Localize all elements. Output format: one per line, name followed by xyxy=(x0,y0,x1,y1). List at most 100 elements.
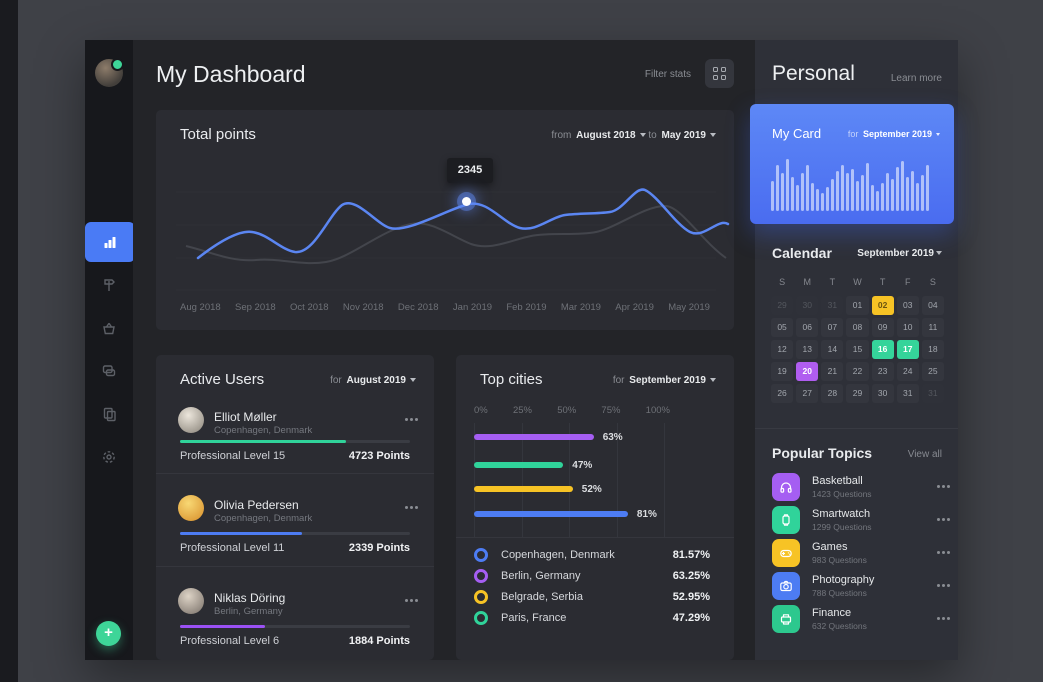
avatar[interactable] xyxy=(178,407,204,433)
calendar-day[interactable]: 01 xyxy=(846,296,868,315)
period-dropdown[interactable]: September 2019 xyxy=(863,129,932,139)
period-dropdown[interactable]: August 2019 xyxy=(347,375,406,386)
calendar-day[interactable]: 09 xyxy=(872,318,894,337)
calendar-day[interactable]: 23 xyxy=(872,362,894,381)
bar xyxy=(474,511,628,517)
calendar-day[interactable]: 12 xyxy=(771,340,793,359)
calendar-day[interactable]: 13 xyxy=(796,340,818,359)
period-dropdown[interactable]: September 2019 xyxy=(629,375,706,386)
calendar-day[interactable]: 28 xyxy=(821,384,843,403)
calendar-period-dropdown[interactable]: September 2019 xyxy=(857,248,942,259)
topic-row[interactable]: Smartwatch 1299 Questions xyxy=(772,506,942,534)
calendar-day[interactable]: 31 xyxy=(821,296,843,315)
filter-stats-button[interactable] xyxy=(705,59,734,88)
calendar-day[interactable]: 20 xyxy=(796,362,818,381)
calendar-day[interactable]: 06 xyxy=(796,318,818,337)
user-avatar[interactable] xyxy=(95,59,123,87)
progress-track xyxy=(180,532,410,535)
topic-row[interactable]: Basketball 1423 Questions xyxy=(772,473,942,501)
to-label: to xyxy=(648,130,656,141)
calendar-day[interactable]: 21 xyxy=(821,362,843,381)
from-value-dropdown[interactable]: August 2018 xyxy=(576,130,635,141)
to-value-dropdown[interactable]: May 2019 xyxy=(662,130,706,141)
view-all-link[interactable]: View all xyxy=(908,449,942,460)
filter-stats-label[interactable]: Filter stats xyxy=(645,69,691,80)
waveform-bar xyxy=(886,173,889,211)
topic-row[interactable]: Finance 632 Questions xyxy=(772,605,942,633)
calendar-day[interactable]: 27 xyxy=(796,384,818,403)
date-range: from August 2018 to May 2019 xyxy=(551,130,716,141)
waveform-bar xyxy=(866,163,869,211)
topic-row[interactable]: Photography 788 Questions xyxy=(772,572,942,600)
calendar-day[interactable]: 17 xyxy=(897,340,919,359)
legend-value: 52.95% xyxy=(673,591,710,603)
add-button[interactable]: + xyxy=(96,621,121,646)
more-options-icon[interactable] xyxy=(937,518,940,521)
sidebar-item-dashboard[interactable] xyxy=(85,222,135,262)
calendar-day[interactable]: 25 xyxy=(922,362,944,381)
chevron-down-icon xyxy=(710,133,716,137)
calendar-day[interactable]: 30 xyxy=(872,384,894,403)
calendar-day[interactable]: 04 xyxy=(922,296,944,315)
calendar-day[interactable]: 11 xyxy=(922,318,944,337)
calendar-day[interactable]: 03 xyxy=(897,296,919,315)
calendar-day[interactable]: 26 xyxy=(771,384,793,403)
online-status-dot xyxy=(111,58,124,71)
sidebar-item-settings[interactable] xyxy=(85,437,133,477)
calendar-day[interactable]: 29 xyxy=(846,384,868,403)
day-of-week-label: F xyxy=(897,277,919,287)
calendar-day[interactable]: 19 xyxy=(771,362,793,381)
more-options-icon[interactable] xyxy=(937,551,940,554)
calendar-day[interactable]: 29 xyxy=(771,296,793,315)
calendar-day[interactable]: 30 xyxy=(796,296,818,315)
day-of-week-label: S xyxy=(922,277,944,287)
more-options-icon[interactable] xyxy=(937,584,940,587)
waveform-bar xyxy=(901,161,904,211)
legend-row: Belgrade, Serbia 52.95% xyxy=(456,586,734,607)
calendar-day[interactable]: 24 xyxy=(897,362,919,381)
calendar-day[interactable]: 10 xyxy=(897,318,919,337)
calendar-day[interactable]: 22 xyxy=(846,362,868,381)
bar-value-label: 52% xyxy=(582,484,602,495)
sidebar-item-milestones[interactable] xyxy=(85,265,133,305)
sidebar-item-messages[interactable] xyxy=(85,351,133,391)
sidebar-item-documents[interactable] xyxy=(85,394,133,434)
more-options-icon[interactable] xyxy=(405,599,408,602)
period-selector: for August 2019 xyxy=(330,375,416,386)
sidebar: + xyxy=(85,40,133,660)
calendar-day[interactable]: 18 xyxy=(922,340,944,359)
axis-tick-label: 0% xyxy=(474,405,488,416)
more-options-icon[interactable] xyxy=(937,617,940,620)
more-options-icon[interactable] xyxy=(405,506,408,509)
calendar-day[interactable]: 16 xyxy=(872,340,894,359)
calendar-day[interactable]: 02 xyxy=(872,296,894,315)
calendar-day[interactable]: 07 xyxy=(821,318,843,337)
learn-more-link[interactable]: Learn more xyxy=(891,73,942,84)
bar-value-label: 63% xyxy=(603,432,623,443)
avatar[interactable] xyxy=(178,588,204,614)
x-axis-label: Jan 2019 xyxy=(453,302,492,313)
calendar-day[interactable]: 14 xyxy=(821,340,843,359)
calendar-grid: 2930310102030405060708091011121314151617… xyxy=(771,296,944,403)
sidebar-item-shop[interactable] xyxy=(85,308,133,348)
topic-row[interactable]: Games 983 Questions xyxy=(772,539,942,567)
documents-icon xyxy=(100,405,118,423)
gamepad-icon xyxy=(778,545,794,561)
bar-value-label: 81% xyxy=(637,509,657,520)
calendar-day[interactable]: 31 xyxy=(897,384,919,403)
top-cities-card: Top cities for September 2019 0%25%50%75… xyxy=(456,355,734,660)
calendar-day[interactable]: 31 xyxy=(922,384,944,403)
topic-icon xyxy=(772,605,800,633)
user-location: Copenhagen, Denmark xyxy=(214,425,312,436)
calendar-day[interactable]: 08 xyxy=(846,318,868,337)
more-options-icon[interactable] xyxy=(937,485,940,488)
calendar-day[interactable]: 15 xyxy=(846,340,868,359)
avatar[interactable] xyxy=(178,495,204,521)
card-title: Top cities xyxy=(480,371,543,388)
calendar-day[interactable]: 05 xyxy=(771,318,793,337)
active-users-card: Active Users for August 2019 Elliot Møll… xyxy=(156,355,434,660)
more-options-icon[interactable] xyxy=(405,418,408,421)
my-card[interactable]: My Card for September 2019 xyxy=(750,104,954,224)
waveform-bar xyxy=(826,187,829,211)
waveform-bar xyxy=(821,193,824,211)
